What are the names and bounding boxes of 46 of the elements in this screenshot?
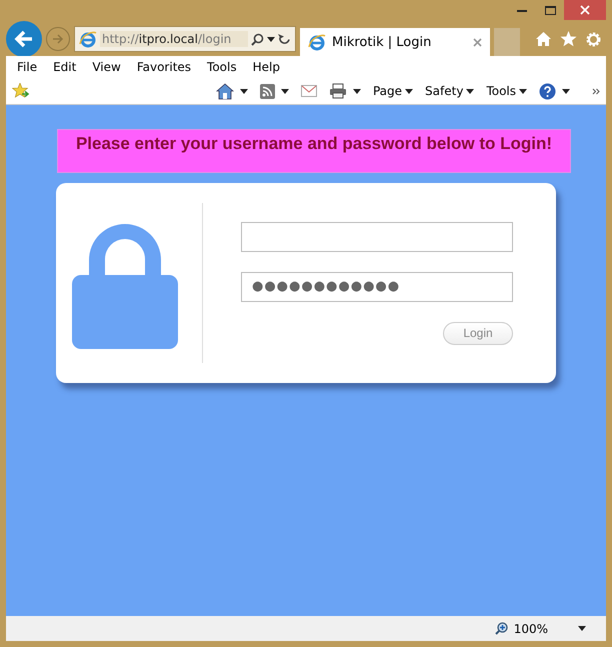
caret-icon xyxy=(352,88,361,94)
password-field[interactable]: ●●●●●●●●●●●● xyxy=(241,272,513,302)
browser-tab[interactable]: Mikrotik | Login xyxy=(300,28,490,56)
close-tab-icon[interactable] xyxy=(473,38,482,46)
zoom-level[interactable]: 100% xyxy=(514,622,548,636)
zoom-caret-icon xyxy=(578,626,586,631)
menu-item[interactable]: Edit xyxy=(46,58,84,76)
home-icon[interactable] xyxy=(216,82,234,100)
minimize-icon[interactable] xyxy=(517,8,527,12)
zoom-icon[interactable] xyxy=(494,622,508,635)
feed-icon[interactable] xyxy=(260,84,275,98)
star-icon[interactable] xyxy=(560,30,577,46)
close-icon[interactable] xyxy=(580,5,590,15)
caret-icon xyxy=(405,88,414,94)
search-icon[interactable] xyxy=(251,32,264,46)
caret-icon xyxy=(562,88,570,94)
caret-icon xyxy=(519,88,527,94)
help-icon[interactable] xyxy=(539,82,556,100)
browser-logo-icon xyxy=(308,33,326,51)
address-bar[interactable]: http://itpro.local/login xyxy=(74,26,296,52)
back-button[interactable] xyxy=(6,21,42,57)
close-button[interactable] xyxy=(564,0,606,20)
menu-item[interactable]: Tools xyxy=(200,58,244,76)
print-icon[interactable] xyxy=(328,83,347,99)
menu-item[interactable]: File xyxy=(10,58,44,76)
command-menu[interactable]: Tools xyxy=(486,84,527,98)
username-field[interactable] xyxy=(241,222,513,252)
dropdown-caret-icon xyxy=(267,36,275,42)
maximize-icon[interactable] xyxy=(544,6,556,14)
refresh-icon[interactable] xyxy=(278,32,291,46)
settings-icon[interactable] xyxy=(585,30,602,48)
command-menu[interactable]: Page xyxy=(372,84,414,98)
caret-icon xyxy=(280,88,289,94)
mail-icon[interactable] xyxy=(300,85,317,97)
browser-logo-icon xyxy=(79,30,97,48)
caret-icon xyxy=(466,88,474,94)
menu-item[interactable]: Favorites xyxy=(130,58,198,76)
menu-item[interactable]: Help xyxy=(246,58,287,76)
favorites-star-icon[interactable] xyxy=(12,83,30,99)
menu-item[interactable]: View xyxy=(85,58,128,76)
login-banner: Please enter your username and password below to Login! xyxy=(57,129,571,173)
command-menu[interactable]: Safety xyxy=(425,84,474,98)
chevron-icon[interactable] xyxy=(592,88,600,94)
arrow-left-icon[interactable] xyxy=(14,30,34,48)
caret-icon xyxy=(240,88,248,94)
tab-title: Mikrotik | Login xyxy=(332,34,432,50)
